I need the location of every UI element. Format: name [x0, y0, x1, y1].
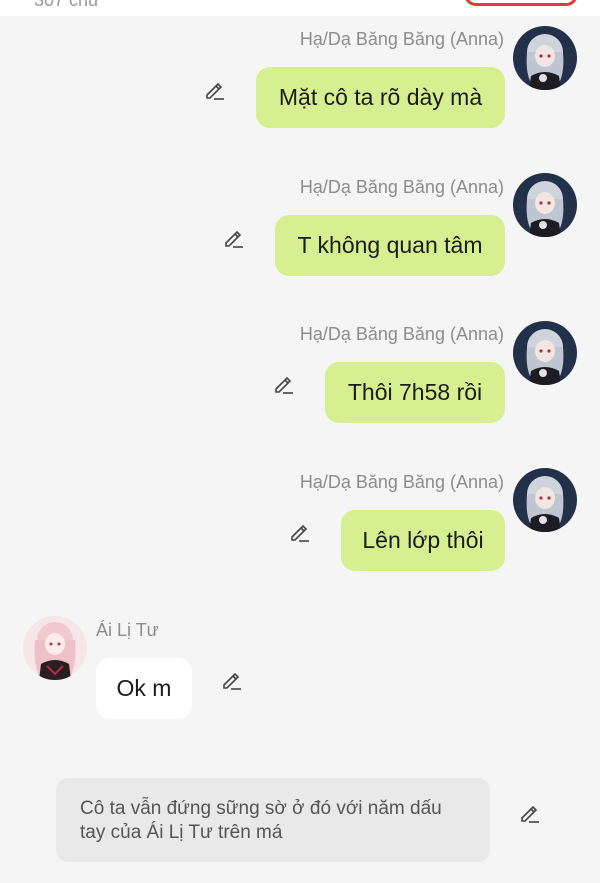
sender-name: Ái Lị Tư	[96, 620, 159, 640]
word-count: 307 chữ	[34, 0, 101, 10]
avatar-ai-li-tu[interactable]	[23, 616, 87, 680]
message-bubble[interactable]: T không quan tâm	[275, 215, 505, 276]
pencil-icon[interactable]	[222, 226, 246, 250]
sender-name: Hạ/Dạ Băng Băng (Anna)	[299, 29, 504, 49]
avatar-anna[interactable]	[513, 321, 577, 385]
pencil-icon[interactable]	[203, 78, 227, 102]
avatar-anna[interactable]	[513, 468, 577, 532]
pencil-icon[interactable]	[288, 520, 312, 544]
top-bar: 307 chữ	[0, 0, 600, 16]
message-bubble[interactable]: Thôi 7h58 rồi	[325, 362, 505, 423]
sender-name: Hạ/Dạ Băng Băng (Anna)	[299, 324, 504, 344]
chat-screen: 307 chữ Hạ/Dạ Băng Băng (Anna) Mặt cô ta…	[0, 0, 600, 883]
avatar-anna[interactable]	[513, 173, 577, 237]
narration-box[interactable]: Cô ta vẫn đứng sững sờ ở đó với năm dấu …	[56, 778, 490, 862]
narration-line: tay của Ái Lị Tư trên má	[80, 822, 283, 843]
top-action-button[interactable]	[464, 0, 578, 6]
message-bubble[interactable]: Ok m	[96, 658, 192, 719]
narration-line: Cô ta vẫn đứng sững sờ ở đó với năm dấu	[80, 798, 442, 819]
message-bubble[interactable]: Mặt cô ta rõ dày mà	[256, 67, 505, 128]
message-bubble[interactable]: Lên lớp thôi	[341, 510, 505, 571]
pencil-icon[interactable]	[220, 668, 244, 692]
sender-name: Hạ/Dạ Băng Băng (Anna)	[299, 177, 504, 197]
pencil-icon[interactable]	[518, 801, 542, 825]
avatar-anna[interactable]	[513, 26, 577, 90]
sender-name: Hạ/Dạ Băng Băng (Anna)	[299, 472, 504, 492]
pencil-icon[interactable]	[272, 372, 296, 396]
